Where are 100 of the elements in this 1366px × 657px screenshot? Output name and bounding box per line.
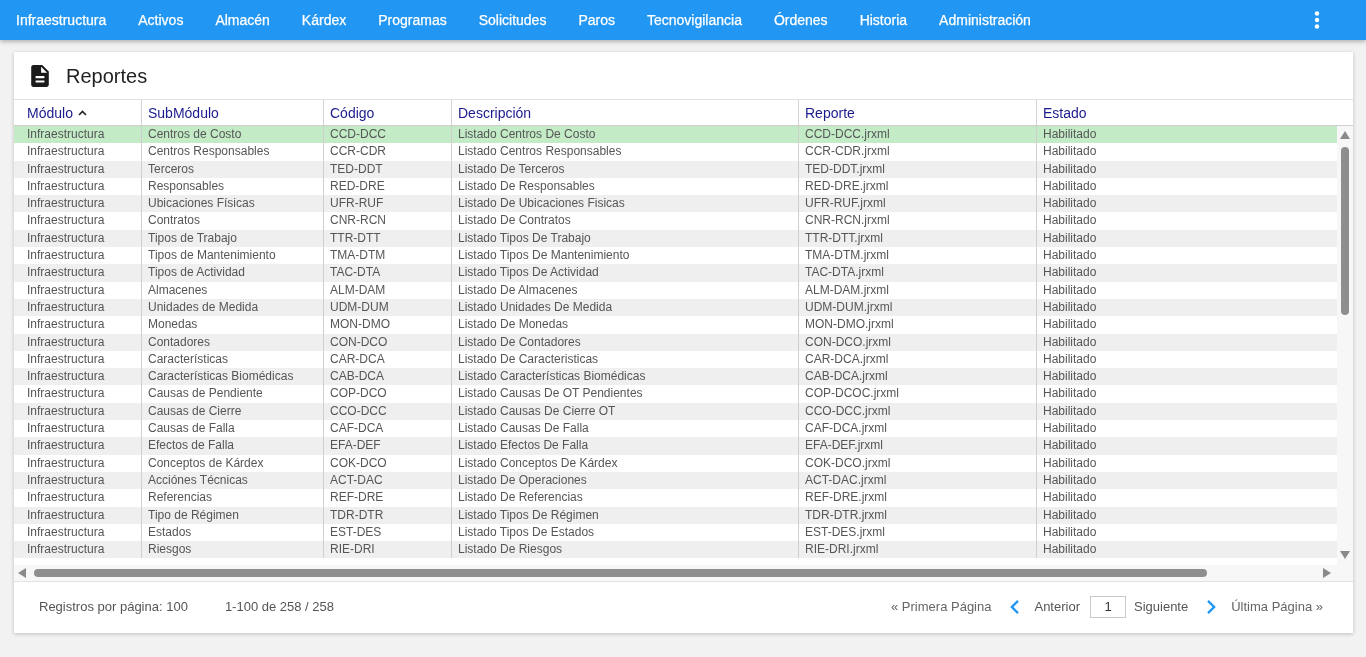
table-cell-text: Infraestructura (26, 454, 106, 472)
table-cell-text: Infraestructura (26, 506, 106, 524)
table-cell-text: Infraestructura (26, 333, 106, 351)
scrollbar-thumb[interactable] (1341, 147, 1349, 315)
column-header[interactable]: Módulo (14, 100, 141, 125)
table-cell: Contadores (141, 333, 323, 351)
table-cell: COK-DCO.jrxml (798, 454, 1036, 472)
table-cell: Listado Centros Responsables (451, 143, 798, 161)
table-row[interactable]: Infraestructura Riesgos RIE-DRI Listado De Riesgos RIE-DRI.jrxml Habilitado (14, 541, 1337, 559)
table-row[interactable]: Infraestructura Características Biomédicas CAB-DCA Listado Características Biomédicas CAB-DCA.jrxml Habilitado (14, 368, 1337, 386)
table-cell-text: Infraestructura (26, 316, 106, 334)
table-cell: EFA-DEF.jrxml (798, 437, 1036, 455)
chevron-left-icon (1010, 599, 1020, 614)
table-cell: Almacenes (141, 281, 323, 299)
page-size-label: Registros por página: 100 (39, 599, 188, 614)
table-cell: EFA-DEF (323, 437, 451, 455)
table-cell: CCR-CDR (323, 143, 451, 161)
column-header[interactable]: Estado (1036, 100, 1353, 125)
table-cell: CNR-RCN (323, 212, 451, 230)
table-cell: TDR-DTR.jrxml (798, 506, 1036, 524)
table-cell: ALM-DAM (323, 281, 451, 299)
first-page-link[interactable]: « Primera Página (891, 599, 992, 614)
document-icon (31, 64, 49, 87)
selected-table-row[interactable]: Infraestructura Centros de Costo CCD-DCC Listado Centros De Costo CCD-DCC.jrxml Habilitado (14, 126, 1337, 144)
table-cell-text: Infraestructura (26, 264, 106, 282)
table-cell-text: Infraestructura (26, 420, 106, 438)
table-cell: ALM-DAM.jrxml (798, 281, 1036, 299)
column-header[interactable]: Código (323, 100, 451, 125)
table-cell-text: Infraestructura (26, 229, 106, 247)
table-cell-text: Infraestructura (26, 281, 106, 299)
last-page-link[interactable]: Última Página » (1231, 599, 1323, 614)
table-cell: RIE-DRI (323, 541, 451, 559)
table-cell-text: Infraestructura (26, 541, 106, 559)
table-cell: RIE-DRI.jrxml (798, 541, 1036, 559)
table-cell: Efectos de Falla (141, 437, 323, 455)
table-cell-text: Infraestructura (26, 368, 106, 386)
table-cell: MON-DMO.jrxml (798, 316, 1036, 334)
table-cell-text: Infraestructura (26, 195, 106, 213)
table-cell: Centros Responsables (141, 143, 323, 161)
table-cell: TED-DDT.jrxml (798, 160, 1036, 178)
column-header[interactable]: Reporte (798, 100, 1036, 125)
record-range-label: 1-100 de 258 / 258 (224, 599, 335, 614)
vertical-scrollbar[interactable] (1337, 126, 1353, 565)
table-cell: Monedas (141, 316, 323, 334)
table-cell: Listado De Monedas (451, 316, 798, 334)
horizontal-scrollbar[interactable] (14, 565, 1353, 581)
table-cell: Causas de Pendiente (141, 385, 323, 403)
table-cell: COP-DCO (323, 385, 451, 403)
scroll-right-icon[interactable] (1323, 568, 1331, 578)
table-cell: Tipos de Actividad (141, 264, 323, 282)
table-cell-text: Infraestructura (26, 212, 106, 230)
table-cell: Listado De Referencias (451, 489, 798, 507)
column-header[interactable]: SubMódulo (141, 100, 323, 125)
table-cell-text: Infraestructura (26, 177, 106, 195)
table-cell: Listado Efectos De Falla (451, 437, 798, 455)
more-vertical-icon[interactable] (1314, 11, 1320, 29)
column-header[interactable]: Descripción (451, 100, 798, 125)
table-cell: Referencias (141, 489, 323, 507)
table-cell: CON-DCO (323, 333, 451, 351)
chevron-right-icon (1207, 599, 1217, 614)
table-row[interactable]: Infraestructura Tipos de Actividad TAC-DTA Listado Tipos De Actividad TAC-DTA.jrxml Habilitado (14, 264, 1337, 282)
table-row[interactable]: Infraestructura Ubicaciones Físicas UFR-RUF Listado De Ubicaciones Fisicas UFR-RUF.jrxml Habilitado (14, 195, 1337, 213)
table-cell: TDR-DTR (323, 506, 451, 524)
table-cell: Conceptos de Kárdex (141, 454, 323, 472)
table-cell: Listado De Contratos (451, 212, 798, 230)
table-cell: COK-DCO (323, 454, 451, 472)
table-row[interactable]: Infraestructura Efectos de Falla EFA-DEF Listado Efectos De Falla EFA-DEF.jrxml Habilitado (14, 437, 1337, 455)
table-cell: REF-DRE.jrxml (798, 489, 1036, 507)
table-cell: Listado Causas De OT Pendientes (451, 385, 798, 403)
table-cell: CCR-CDR.jrxml (798, 143, 1036, 161)
table-cell: Listado Tipos De Actividad (451, 264, 798, 282)
table-cell: CON-DCO.jrxml (798, 333, 1036, 351)
scroll-up-icon[interactable] (1340, 131, 1350, 139)
table-cell-text: Infraestructura (26, 385, 106, 403)
scroll-left-icon[interactable] (18, 568, 26, 578)
table-cell: COP-DCOC.jrxml (798, 385, 1036, 403)
table-cell: Listado De Riesgos (451, 541, 798, 559)
scroll-down-icon[interactable] (1340, 551, 1350, 559)
table-cell: Terceros (141, 160, 323, 178)
table-cell: Tipo de Régimen (141, 506, 323, 524)
table-cell-text: Infraestructura (26, 471, 106, 489)
page-number-input[interactable]: 1 (1090, 595, 1126, 618)
previous-page-button[interactable]: Anterior (1010, 599, 1080, 614)
table-cell: Listado De Almacenes (451, 281, 798, 299)
table-cell-text: Infraestructura (26, 247, 106, 265)
table-cell: Listado Tipos De Régimen (451, 506, 798, 524)
table-cell: TED-DDT (323, 160, 451, 178)
scrollbar-thumb[interactable] (34, 569, 1207, 577)
table-cell: REF-DRE (323, 489, 451, 507)
table-cell-text: Infraestructura (26, 402, 106, 420)
table-cell: TAC-DTA.jrxml (798, 264, 1036, 282)
table-cell: Listado De Terceros (451, 160, 798, 178)
table-cell: MON-DMO (323, 316, 451, 334)
table-cell: Riesgos (141, 541, 323, 559)
next-page-button[interactable]: Siguiente (1134, 599, 1217, 614)
table-cell: CNR-RCN.jrxml (798, 212, 1036, 230)
table-cell-text: Infraestructura (26, 126, 106, 143)
table-cell-text: Infraestructura (26, 298, 106, 316)
page-title: Reportes (66, 63, 148, 88)
table-cell-text: Infraestructura (26, 437, 106, 455)
